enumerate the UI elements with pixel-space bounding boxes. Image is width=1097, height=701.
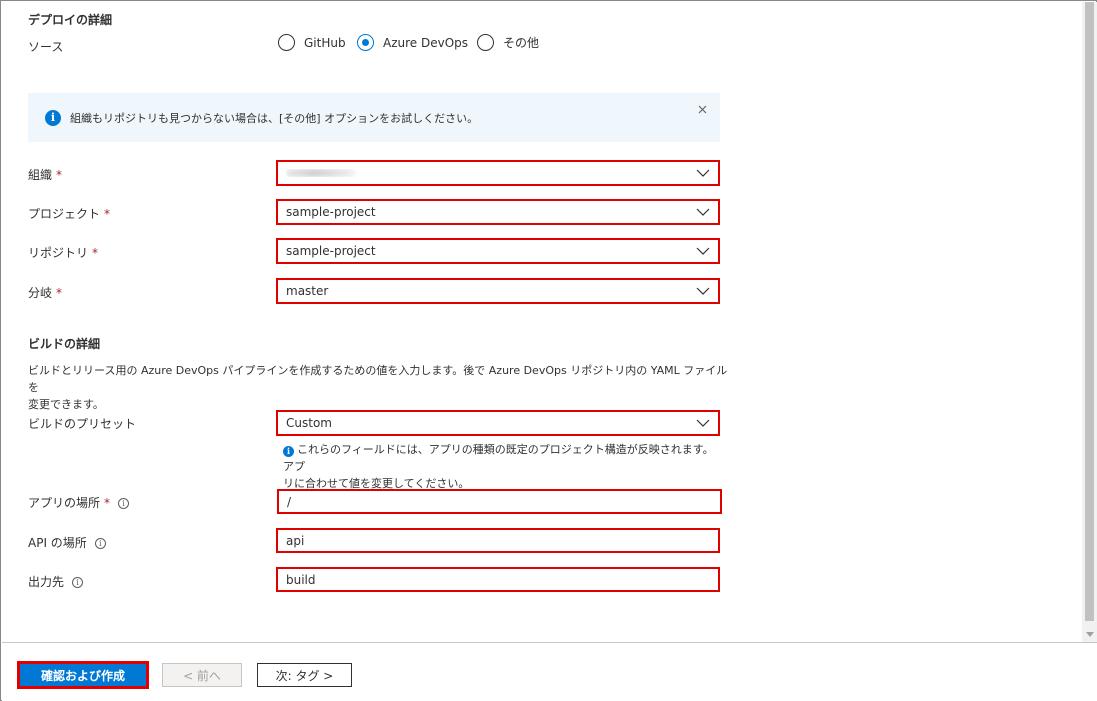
- organization-label: 組織 *: [28, 166, 62, 183]
- build-preset-label: ビルドのプリセット: [28, 417, 137, 431]
- branch-label: 分岐 *: [28, 284, 62, 301]
- chevron-down-icon: [696, 169, 710, 177]
- api-location-label-text: API の場所: [28, 536, 87, 550]
- deploy-section-title: デプロイの詳細: [28, 13, 113, 27]
- banner-text: 組織もリポジトリも見つからない場合は、[その他] オプションをお試しください。: [70, 111, 479, 125]
- source-radio-label: Azure DevOps: [383, 35, 469, 50]
- organization-dropdown[interactable]: [276, 160, 720, 186]
- build-description-line: ビルドとリリース用の Azure DevOps パイプラインを作成するための値を…: [28, 364, 728, 394]
- repository-dropdown[interactable]: sample-project: [276, 238, 720, 264]
- close-icon[interactable]: [698, 105, 707, 114]
- scrollbar-thumb[interactable]: [1085, 2, 1094, 621]
- build-preset-value: Custom: [286, 416, 332, 430]
- chevron-down-icon: [696, 419, 710, 427]
- info-circle-icon[interactable]: i: [94, 538, 106, 549]
- organization-value: [286, 169, 696, 177]
- source-radio-label: その他: [503, 36, 540, 50]
- branch-dropdown[interactable]: master: [276, 278, 720, 304]
- chevron-down-icon: [696, 247, 710, 255]
- output-location-value: build: [286, 572, 316, 587]
- api-location-input[interactable]: api: [276, 528, 720, 553]
- info-circle-icon[interactable]: i: [118, 498, 130, 509]
- repository-label: リポジトリ *: [28, 244, 98, 261]
- branch-value: master: [286, 284, 329, 298]
- build-preset-dropdown[interactable]: Custom: [276, 410, 720, 436]
- build-section-title: ビルドの詳細: [28, 337, 101, 351]
- radio-selected-icon: [357, 34, 374, 51]
- api-location-value: api: [286, 533, 305, 548]
- scroll-down-arrow-icon[interactable]: [1086, 632, 1094, 637]
- chevron-down-icon: [696, 208, 710, 216]
- previous-button[interactable]: < 前へ: [162, 663, 242, 687]
- required-marker: *: [104, 207, 111, 221]
- project-label: プロジェクト *: [28, 205, 110, 222]
- next-tags-button[interactable]: 次: タグ >: [257, 663, 352, 687]
- required-marker: *: [104, 496, 111, 510]
- required-marker: *: [56, 168, 63, 182]
- output-location-input[interactable]: build: [276, 567, 720, 592]
- source-radio-github[interactable]: GitHub: [278, 34, 346, 51]
- app-location-label-text: アプリの場所: [28, 496, 101, 510]
- required-marker: *: [56, 286, 63, 300]
- project-dropdown[interactable]: sample-project: [276, 199, 720, 225]
- deployment-panel: デプロイの詳細 ソース GitHub Azure DevOps その他 i 組織…: [0, 0, 1097, 701]
- redacted-value: [286, 169, 356, 177]
- organization-label-text: 組織: [28, 168, 53, 182]
- api-location-label: API の場所 i: [28, 534, 106, 551]
- repository-label-text: リポジトリ: [28, 246, 89, 260]
- footer-bar: 確認および作成 < 前へ 次: タグ >: [2, 642, 1097, 701]
- build-description: ビルドとリリース用の Azure DevOps パイプラインを作成するための値を…: [28, 362, 728, 413]
- chevron-down-icon: [696, 287, 710, 295]
- info-circle-icon[interactable]: i: [72, 577, 84, 588]
- branch-label-text: 分岐: [28, 286, 53, 300]
- project-label-text: プロジェクト: [28, 207, 101, 221]
- build-preset-help: i これらのフィールドには、アプリの種類の既定のプロジェクト構造が反映されます。ア…: [283, 441, 723, 492]
- required-marker: *: [92, 246, 99, 260]
- app-location-input[interactable]: /: [277, 489, 722, 514]
- output-location-label-text: 出力先: [28, 575, 65, 589]
- source-label: ソース: [28, 40, 64, 54]
- project-value: sample-project: [286, 205, 376, 219]
- review-create-button[interactable]: 確認および作成: [17, 661, 149, 689]
- output-location-label: 出力先 i: [28, 573, 84, 590]
- preset-help-line: これらのフィールドには、アプリの種類の既定のプロジェクト構造が反映されます。アプ: [283, 443, 714, 473]
- info-icon: i: [45, 109, 61, 126]
- info-banner: i 組織もリポジトリも見つからない場合は、[その他] オプションをお試しください…: [28, 93, 720, 142]
- info-icon: i: [283, 446, 294, 457]
- source-radio-other[interactable]: その他: [477, 34, 539, 51]
- radio-circle-icon: [477, 34, 494, 51]
- app-location-value: /: [287, 494, 292, 509]
- source-radio-label: GitHub: [304, 35, 346, 50]
- app-location-label: アプリの場所 * i: [28, 494, 130, 511]
- vertical-scrollbar[interactable]: [1082, 2, 1097, 642]
- radio-circle-icon: [278, 34, 295, 51]
- source-radio-azure-devops[interactable]: Azure DevOps: [357, 34, 468, 51]
- repository-value: sample-project: [286, 244, 376, 258]
